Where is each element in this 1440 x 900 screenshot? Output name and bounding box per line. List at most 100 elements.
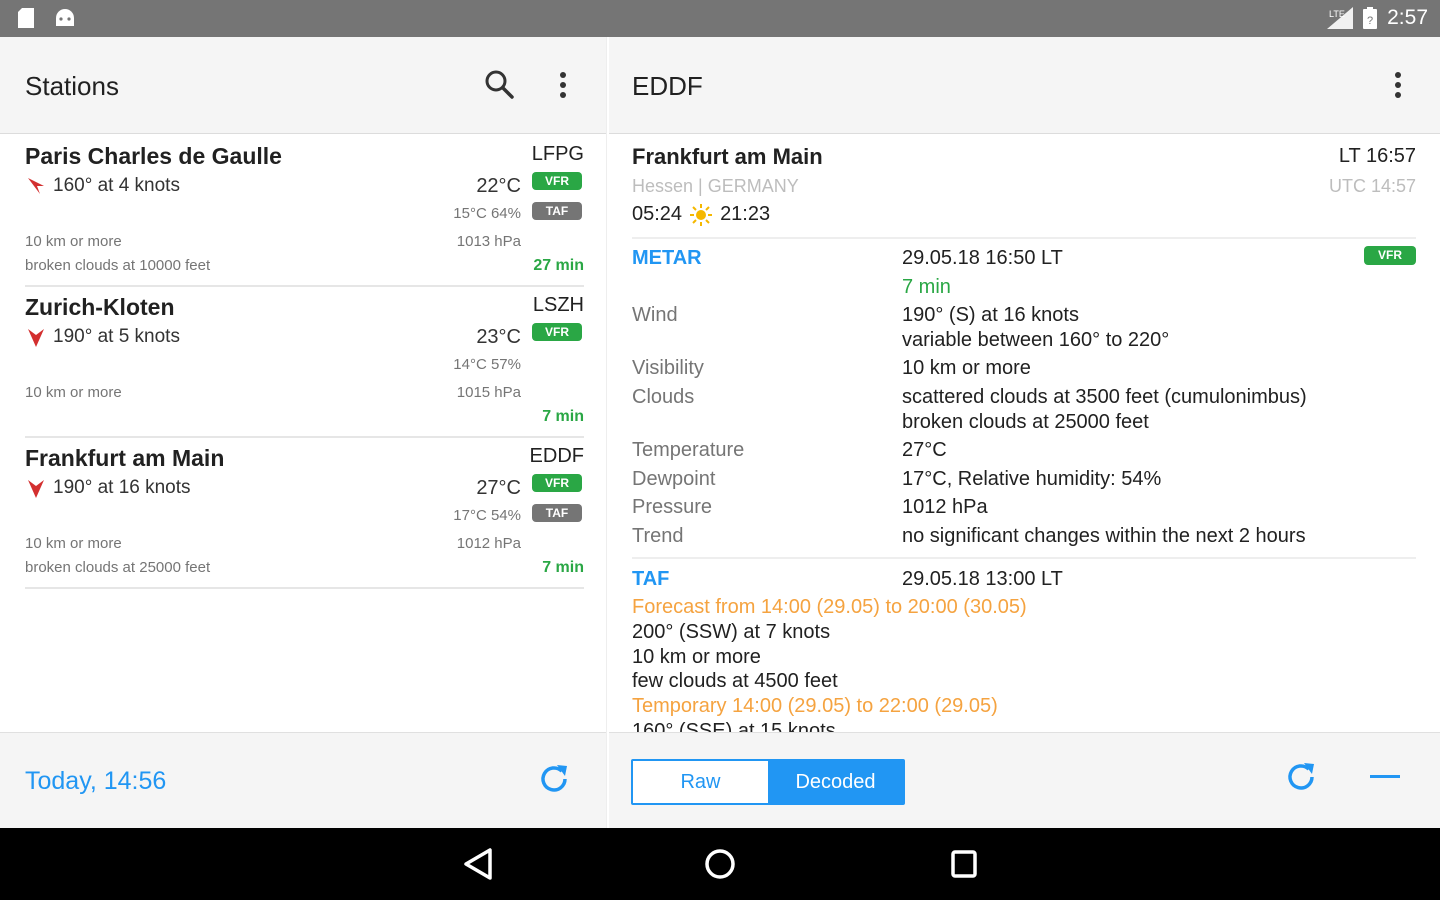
station-dewpoint-humidity: 15°C 64% (453, 205, 521, 222)
raw-toggle-button[interactable]: Raw (633, 761, 768, 803)
taf-time: 29.05.18 13:00 LT (902, 568, 1063, 590)
metar-label: METAR (632, 247, 702, 269)
clouds-value-1: scattered clouds at 3500 feet (cumulonim… (902, 386, 1307, 408)
station-visibility: 10 km or more (25, 233, 122, 250)
temperature-label: Temperature (632, 439, 745, 461)
station-age: 7 min (542, 559, 584, 576)
wind-arrow-icon (28, 480, 44, 498)
station-region: Hessen | GERMANY (632, 176, 799, 196)
android-icon (56, 9, 74, 26)
decoded-toggle-button[interactable]: Decoded (768, 761, 903, 803)
clouds-label: Clouds (632, 386, 695, 408)
svg-text:LTE: LTE (1329, 9, 1345, 19)
station-clouds: broken clouds at 25000 feet (25, 559, 211, 576)
overflow-menu-icon[interactable] (552, 71, 574, 99)
sunrise: 05:24 (632, 203, 683, 225)
taf-label: TAF (632, 568, 670, 590)
station-pressure: 1013 hPa (456, 233, 521, 250)
detail-footer: Raw Decoded (609, 732, 1440, 828)
pressure-label: Pressure (632, 496, 713, 518)
taf-badge: TAF (532, 202, 582, 220)
station-item-lszh[interactable]: Zurich-Kloten LSZH 190° at 5 knots 23°C … (0, 288, 606, 438)
recents-icon[interactable] (948, 846, 980, 882)
svg-text:?: ? (1367, 15, 1373, 27)
visibility-label: Visibility (632, 357, 704, 379)
stations-footer: Today, 14:56 (0, 732, 606, 828)
vfr-badge: VFR (532, 323, 582, 341)
page-title: Stations (25, 71, 119, 101)
sun-times: 05:24 21:23 (632, 203, 770, 226)
taf-temporary-wind: 160° (SSE) at 15 knots (632, 720, 836, 732)
station-temperature: 27°C (476, 477, 521, 499)
status-bar: LTE ? 2:57 (0, 0, 1440, 37)
sunset: 21:23 (720, 203, 771, 225)
dewpoint-label: Dewpoint (632, 468, 716, 490)
station-name: Frankfurt am Main (25, 445, 225, 471)
divider (632, 237, 1416, 239)
stations-pane: Stations Paris Charles de Gaulle LFPG 16… (0, 37, 606, 828)
station-code: LFPG (531, 143, 584, 165)
collapse-icon[interactable] (1370, 775, 1400, 778)
local-time: LT 16:57 (1338, 145, 1416, 167)
station-wind: 160° at 4 knots (25, 175, 180, 197)
sd-card-icon (18, 8, 34, 28)
station-temperature: 22°C (476, 175, 521, 197)
station-visibility: 10 km or more (25, 384, 122, 401)
taf-clouds: few clouds at 4500 feet (632, 670, 838, 692)
detail-title: EDDF (632, 71, 703, 101)
last-updated: Today, 14:56 (25, 767, 167, 795)
signal-icon: LTE (1327, 7, 1354, 29)
metar-time: 29.05.18 16:50 LT (902, 247, 1063, 269)
station-name: Paris Charles de Gaulle (25, 143, 282, 169)
station-dewpoint-humidity: 14°C 57% (453, 356, 521, 373)
navigation-bar (0, 828, 1440, 900)
battery-icon: ? (1363, 7, 1378, 29)
temperature-value: 27°C (902, 439, 947, 461)
refresh-icon[interactable] (536, 761, 572, 797)
vfr-badge: VFR (1364, 246, 1416, 265)
wind-arrow-icon (28, 329, 44, 347)
station-pressure: 1012 hPa (456, 535, 521, 552)
taf-temporary-period: Temporary 14:00 (29.05) to 22:00 (29.05) (632, 695, 998, 717)
wind-arrow-icon (28, 178, 44, 194)
station-dewpoint-humidity: 17°C 54% (453, 507, 521, 524)
back-icon[interactable] (462, 846, 494, 882)
divider (632, 557, 1416, 559)
vfr-badge: VFR (532, 474, 582, 492)
station-age: 27 min (533, 257, 584, 274)
metar-age: 7 min (902, 276, 951, 298)
station-visibility: 10 km or more (25, 535, 122, 552)
clock: 2:57 (1387, 6, 1428, 29)
station-name: Frankfurt am Main (632, 144, 823, 169)
trend-value: no significant changes within the next 2… (902, 525, 1306, 547)
station-wind: 190° at 16 knots (25, 477, 191, 499)
raw-decoded-toggle: Raw Decoded (631, 759, 905, 805)
overflow-menu-icon[interactable] (1387, 71, 1409, 99)
wind-label: Wind (632, 304, 678, 326)
station-item-eddf[interactable]: Frankfurt am Main EDDF 190° at 16 knots … (0, 439, 606, 589)
divider (25, 587, 584, 589)
clouds-value-2: broken clouds at 25000 feet (902, 411, 1149, 433)
dewpoint-value: 17°C, Relative humidity: 54% (902, 468, 1162, 490)
sun-icon (690, 203, 713, 226)
stations-toolbar: Stations (0, 37, 606, 134)
wind-variable: variable between 160° to 220° (902, 329, 1170, 351)
vfr-badge: VFR (532, 172, 582, 190)
visibility-value: 10 km or more (902, 357, 1031, 379)
station-item-lfpg[interactable]: Paris Charles de Gaulle LFPG 160° at 4 k… (0, 137, 606, 287)
divider (25, 436, 584, 438)
taf-wind: 200° (SSW) at 7 knots (632, 621, 831, 643)
detail-pane: EDDF Frankfurt am Main LT 16:57 Hessen |… (609, 37, 1440, 828)
wind-value: 190° (S) at 16 knots (902, 304, 1079, 326)
home-icon[interactable] (703, 846, 737, 882)
station-temperature: 23°C (476, 326, 521, 348)
refresh-icon[interactable] (1283, 759, 1319, 795)
station-age: 7 min (542, 408, 584, 425)
search-icon[interactable] (484, 69, 514, 99)
detail-toolbar: EDDF (609, 37, 1440, 134)
taf-visibility: 10 km or more (632, 646, 761, 668)
taf-badge: TAF (532, 504, 582, 522)
station-detail: Frankfurt am Main LT 16:57 Hessen | GERM… (609, 134, 1440, 732)
pressure-value: 1012 hPa (902, 496, 988, 518)
taf-forecast-period: Forecast from 14:00 (29.05) to 20:00 (30… (632, 596, 1027, 618)
